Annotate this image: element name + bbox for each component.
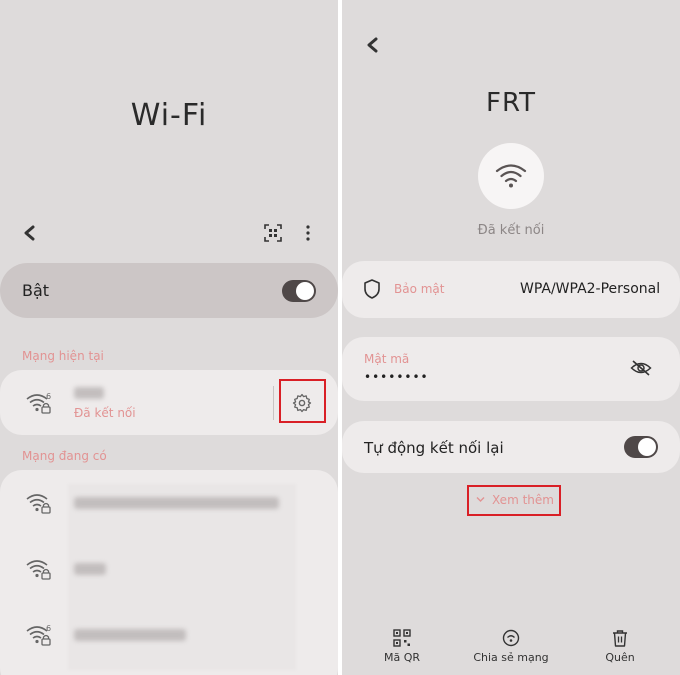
network-detail-screen: FRT Đã kết nối Bảo mật WPA/WPA2-Personal… [342,0,680,675]
share-network-label: Chia sẻ mạng [473,651,549,664]
password-row: Mật mã •••••••• [342,337,680,401]
list-item[interactable]: 6 [0,602,338,668]
forget-label: Quên [605,651,635,664]
list-item[interactable] [0,536,338,602]
qr-scan-icon[interactable] [263,223,283,243]
security-label: Bảo mật [394,282,445,296]
divider [273,386,274,420]
available-networks-card: 6 [0,470,338,675]
password-field[interactable]: •••••••• [364,370,429,384]
available-networks-section-label: Mạng đang có [22,449,107,463]
wifi-6-lock-icon: 6 [26,392,51,414]
connection-status: Đã kết nối [477,223,545,238]
qr-code-icon [393,629,411,647]
wifi-settings-screen: Wi-Fi Bật Mạng hiện tại 6 Đã kết nối Mạn… [0,0,338,675]
share-network-button[interactable]: Chia sẻ mạng [466,629,556,664]
network-name-obscured [74,387,104,399]
auto-reconnect-label: Tự động kết nối lại [364,439,504,457]
network-name-obscured [74,629,186,641]
shield-icon [364,279,380,299]
settings-highlight-box [279,379,326,423]
wifi-6-lock-icon: 6 [26,624,51,646]
network-name: FRT [485,88,536,118]
security-value: WPA/WPA2-Personal [520,281,661,297]
password-label: Mật mã [364,352,410,366]
page-title: Wi-Fi [130,98,208,133]
auto-reconnect-switch[interactable] [624,436,658,458]
more-vertical-icon[interactable] [298,223,318,243]
wifi-lock-icon [26,560,51,580]
wifi-icon [495,164,527,188]
wifi-toggle-label: Bật [22,281,50,300]
svg-text:6: 6 [46,392,51,401]
wifi-toggle-switch[interactable] [282,280,316,302]
trash-icon [613,630,627,647]
wifi-lock-icon [26,494,51,514]
network-name-obscured [74,497,279,509]
forget-button[interactable]: Quên [575,629,665,664]
wifi-status-circle [478,143,544,209]
network-name-obscured [74,563,106,575]
eye-hidden-icon[interactable] [630,359,652,377]
security-row: Bảo mật WPA/WPA2-Personal [342,261,680,318]
qr-code-label: Mã QR [383,651,421,664]
qr-code-button[interactable]: Mã QR [357,629,447,664]
wifi-toggle-row[interactable]: Bật [0,263,338,318]
current-network-card[interactable]: 6 Đã kết nối [0,370,338,435]
svg-text:6: 6 [46,624,51,633]
see-more-highlight-box [467,485,561,516]
current-network-status: Đã kết nối [74,406,136,420]
list-item[interactable] [0,470,338,536]
current-network-section-label: Mạng hiện tại [22,349,104,363]
share-network-icon [502,629,520,647]
chevron-left-icon[interactable] [363,35,383,55]
auto-reconnect-row[interactable]: Tự động kết nối lại [342,421,680,473]
chevron-left-icon[interactable] [20,223,40,243]
see-more-button[interactable]: Xem thêm [467,485,561,516]
